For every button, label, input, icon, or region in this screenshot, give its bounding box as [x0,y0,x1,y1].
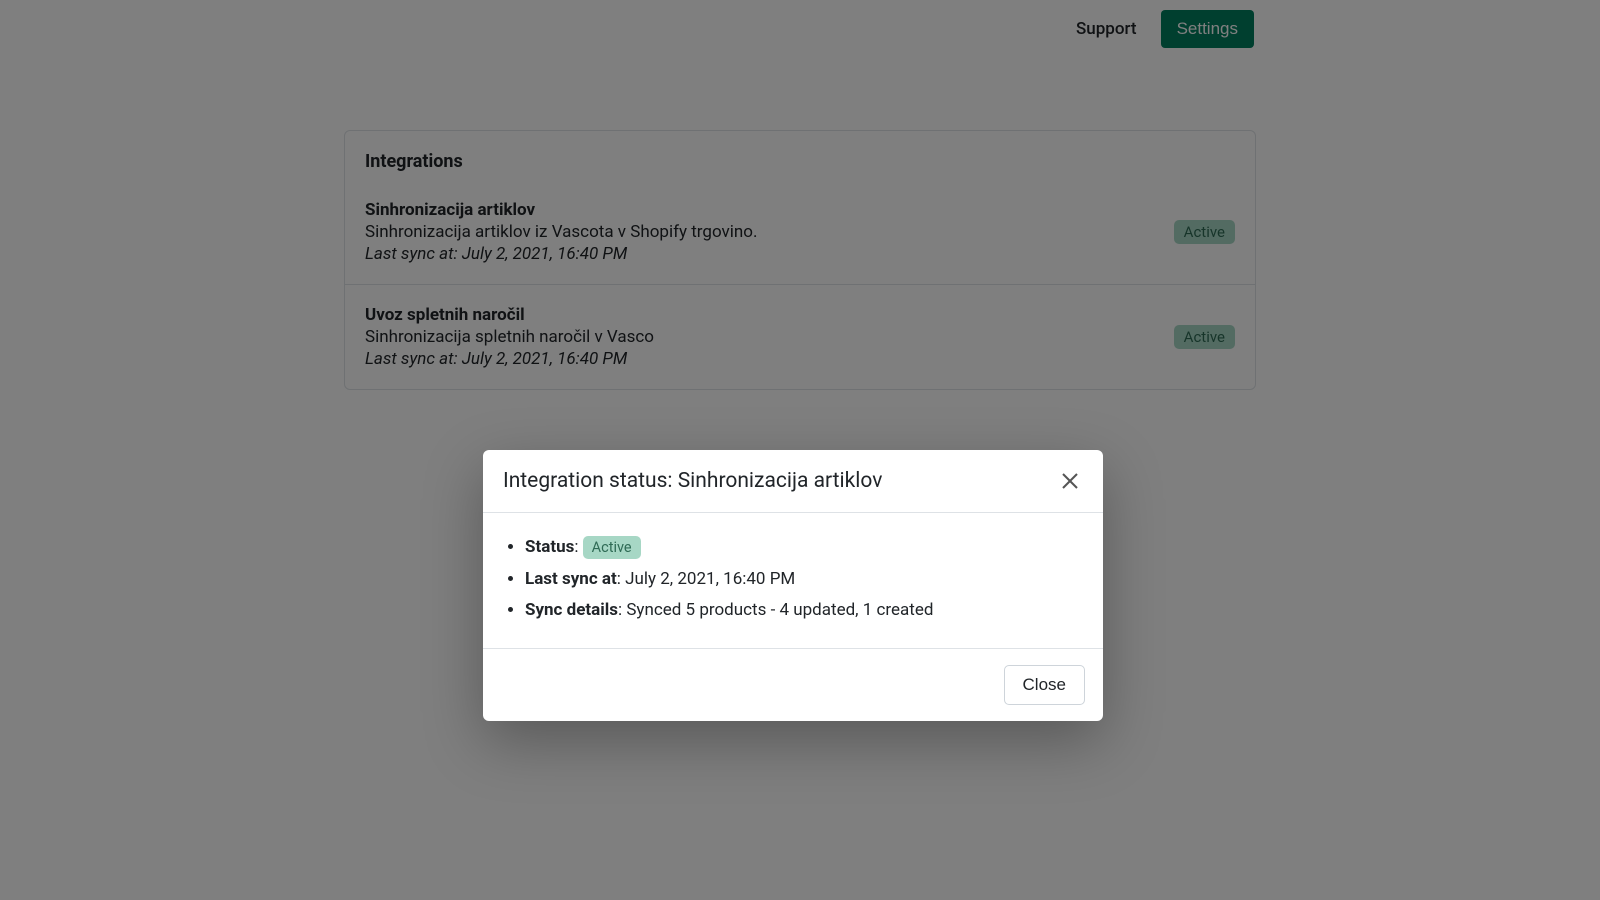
modal-status-row: Status: Active [525,535,1083,561]
modal-header: Integration status: Sinhronizacija artik… [483,450,1103,513]
last-sync-value: July 2, 2021, 16:40 PM [625,569,795,589]
modal-last-sync-row: Last sync at: July 2, 2021, 16:40 PM [525,567,1083,593]
integration-status-modal: Integration status: Sinhronizacija artik… [483,450,1103,721]
sync-details-label: Sync details [525,600,618,620]
close-icon [1061,472,1079,490]
modal-footer: Close [483,649,1103,721]
status-badge: Active [583,536,641,559]
modal-body: Status: Active Last sync at: July 2, 202… [483,513,1103,649]
modal-sync-details-row: Sync details: Synced 5 products - 4 upda… [525,598,1083,624]
modal-close-button[interactable]: Close [1004,665,1085,705]
status-label: Status [525,537,574,557]
modal-close-x-button[interactable] [1057,468,1083,494]
modal-title: Integration status: Sinhronizacija artik… [503,469,882,493]
last-sync-label: Last sync at [525,569,617,589]
sync-details-value: Synced 5 products - 4 updated, 1 created [626,600,933,620]
